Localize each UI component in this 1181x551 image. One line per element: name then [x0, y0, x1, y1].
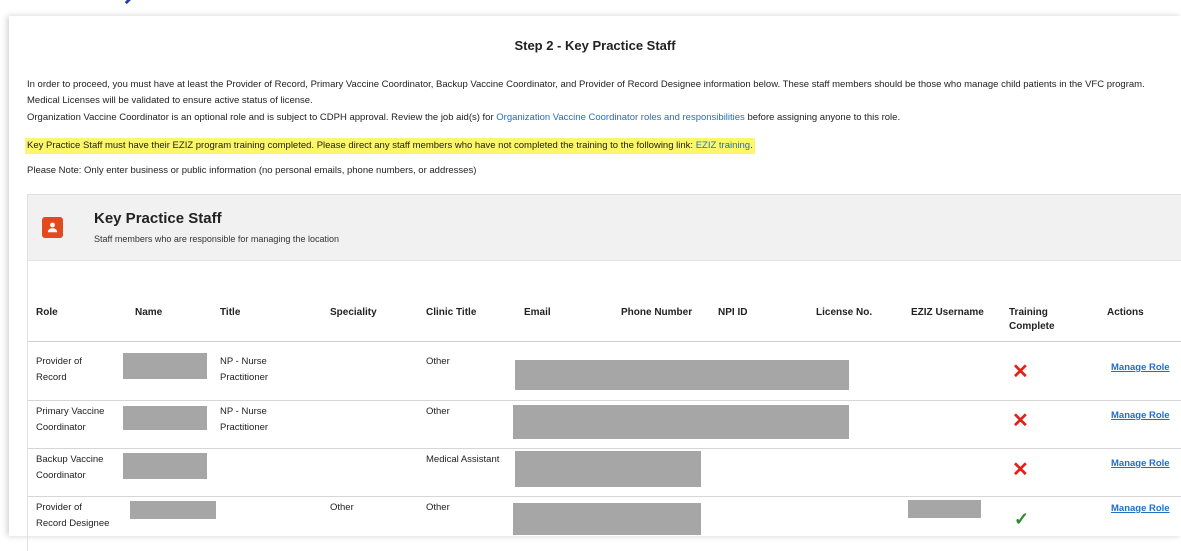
role-cell: Primary Vaccine Coordinator	[36, 404, 104, 436]
speciality-cell: Other	[330, 502, 354, 513]
page-title: Step 2 - Key Practice Staff	[514, 38, 676, 53]
role-cell: Provider of Record	[36, 354, 82, 386]
training-incomplete-icon: ✕	[1012, 361, 1029, 383]
top-banner-strip: ↗ · · · · · · · · · · · · · · · · · ·	[0, 0, 1181, 14]
redacted-contact-info	[515, 451, 701, 487]
col-header-phone: Phone Number	[621, 307, 693, 318]
table-row: Backup Vaccine Coordinator Medical Assis…	[28, 449, 1181, 497]
instruction-text: Organization Vaccine Coordinator is an o…	[27, 112, 497, 123]
title-line1: NP - Nurse	[220, 356, 267, 367]
instruction-text: before assigning anyone to this role.	[744, 112, 901, 123]
col-header-speciality: Speciality	[330, 307, 377, 318]
col-header-actions: Actions	[1107, 307, 1144, 318]
redacted-contact-info	[513, 405, 849, 439]
col-header-email: Email	[524, 307, 551, 318]
role-line2: Coordinator	[36, 470, 86, 481]
title-line2: Practitioner	[220, 372, 269, 383]
col-header-npi: NPI ID	[718, 307, 748, 318]
title-line1: NP - Nurse	[220, 406, 267, 417]
org-coordinator-roles-link[interactable]: Organization Vaccine Coordinator roles a…	[496, 112, 745, 123]
title-cell: NP - Nurse Practitioner	[220, 404, 268, 436]
col-header-license: License No.	[816, 307, 873, 318]
eziz-training-link[interactable]: EZIZ training	[696, 140, 750, 151]
table-row: Provider of Record NP - Nurse Practition…	[28, 353, 1181, 401]
table-row: Provider of Record Designee Other Other …	[28, 497, 1181, 544]
title-cell: NP - Nurse Practitioner	[220, 354, 268, 386]
staff-table: Role Name Title Speciality Clinic Title …	[27, 260, 1181, 551]
training-incomplete-icon: ✕	[1012, 459, 1029, 481]
col-header-eziz: EZIZ Username	[911, 307, 984, 318]
role-line2: Coordinator	[36, 422, 86, 433]
col-header-training-line2: Complete	[1009, 321, 1055, 332]
card-title: Key Practice Staff	[94, 210, 222, 227]
step-panel: Step 2 - Key Practice Staff In order to …	[9, 16, 1181, 551]
role-line1: Provider of	[36, 356, 82, 367]
instruction-required-roles: In order to proceed, you must have at le…	[27, 79, 1145, 106]
role-line1: Backup Vaccine	[36, 454, 104, 465]
col-header-title: Title	[220, 307, 241, 318]
col-header-training-line1: Training	[1009, 307, 1048, 318]
clinic-title-cell: Medical Assistant	[426, 454, 500, 465]
clinic-title-cell: Other	[426, 406, 450, 417]
redacted-contact-info	[513, 503, 701, 535]
card-header: Key Practice Staff Staff members who are…	[27, 194, 1181, 261]
role-cell: Provider of Record Designee	[36, 500, 109, 532]
manage-role-link[interactable]: Manage Role	[1111, 362, 1170, 373]
redacted-eziz-username	[908, 500, 981, 518]
redacted-contact-info	[515, 360, 849, 390]
manage-role-link[interactable]: Manage Role	[1111, 410, 1170, 421]
redacted-name	[130, 501, 216, 519]
training-incomplete-icon: ✕	[1012, 410, 1029, 432]
col-header-training: Training Complete	[1009, 306, 1055, 334]
role-line2: Record	[36, 372, 67, 383]
instruction-org-coordinator: Organization Vaccine Coordinator is an o…	[27, 110, 900, 126]
redacted-name	[123, 353, 207, 379]
instruction-text: .	[750, 140, 753, 151]
redacted-name	[123, 453, 207, 479]
role-line1: Primary Vaccine	[36, 406, 105, 417]
title-line2: Practitioner	[220, 422, 269, 433]
col-header-clinic-title: Clinic Title	[426, 307, 477, 318]
table-row: Primary Vaccine Coordinator NP - Nurse P…	[28, 401, 1181, 449]
header-divider	[28, 341, 1181, 342]
role-cell: Backup Vaccine Coordinator	[36, 452, 103, 484]
redacted-name	[123, 406, 207, 430]
clinic-title-cell: Other	[426, 502, 450, 513]
clinic-title-cell: Other	[426, 356, 450, 367]
person-icon	[42, 217, 63, 238]
manage-role-link[interactable]: Manage Role	[1111, 458, 1170, 469]
training-complete-icon: ✓	[1014, 509, 1030, 529]
instruction-text: Key Practice Staff must have their EZIZ …	[27, 140, 696, 151]
col-header-name: Name	[135, 307, 163, 318]
col-header-role: Role	[36, 307, 58, 318]
role-line1: Provider of	[36, 502, 82, 513]
card-subtitle: Staff members who are responsible for ma…	[94, 234, 339, 244]
role-line2: Record Designee	[36, 518, 110, 529]
instruction-training-highlight: Key Practice Staff must have their EZIZ …	[25, 138, 755, 154]
instruction-note: Please Note: Only enter business or publ…	[27, 165, 477, 176]
manage-role-link[interactable]: Manage Role	[1111, 503, 1170, 514]
